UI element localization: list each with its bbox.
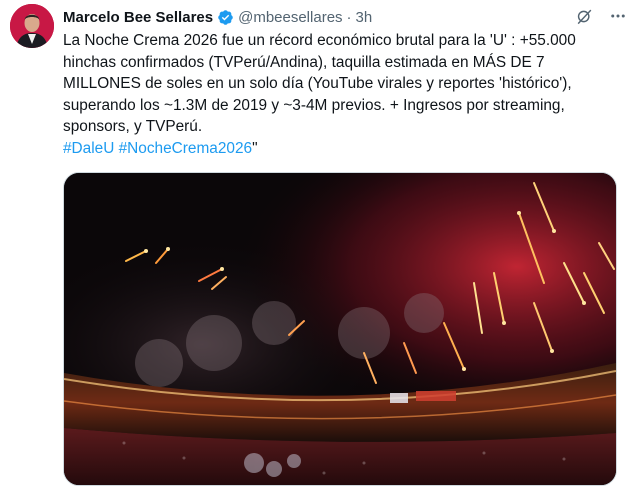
separator-dot: · [346, 8, 352, 26]
avatar[interactable] [10, 4, 54, 48]
hashtag-nochecrema2026[interactable]: #NocheCrema2026 [119, 140, 252, 157]
grok-icon[interactable] [574, 6, 594, 26]
tweet-actions [574, 6, 628, 26]
verified-badge-icon [217, 9, 234, 26]
author-handle[interactable]: @mbeesellares [238, 9, 342, 26]
tweet-image[interactable] [63, 172, 617, 486]
tweet-text: La Noche Crema 2026 fue un récord económ… [63, 32, 576, 135]
more-icon[interactable] [608, 6, 628, 26]
trailing-quote: " [252, 139, 258, 157]
hashtag-daleu[interactable]: #DaleU [63, 140, 114, 157]
timestamp[interactable]: 3h [356, 9, 373, 26]
tweet-header: Marcelo Bee Sellares @mbeesellares · 3h [63, 6, 633, 28]
hashtag-line: #DaleU #NocheCrema2026" [63, 138, 623, 160]
tweet-body: La Noche Crema 2026 fue un récord económ… [63, 30, 623, 159]
author-name[interactable]: Marcelo Bee Sellares [63, 9, 213, 26]
tweet: Marcelo Bee Sellares @mbeesellares · 3h … [0, 0, 640, 492]
